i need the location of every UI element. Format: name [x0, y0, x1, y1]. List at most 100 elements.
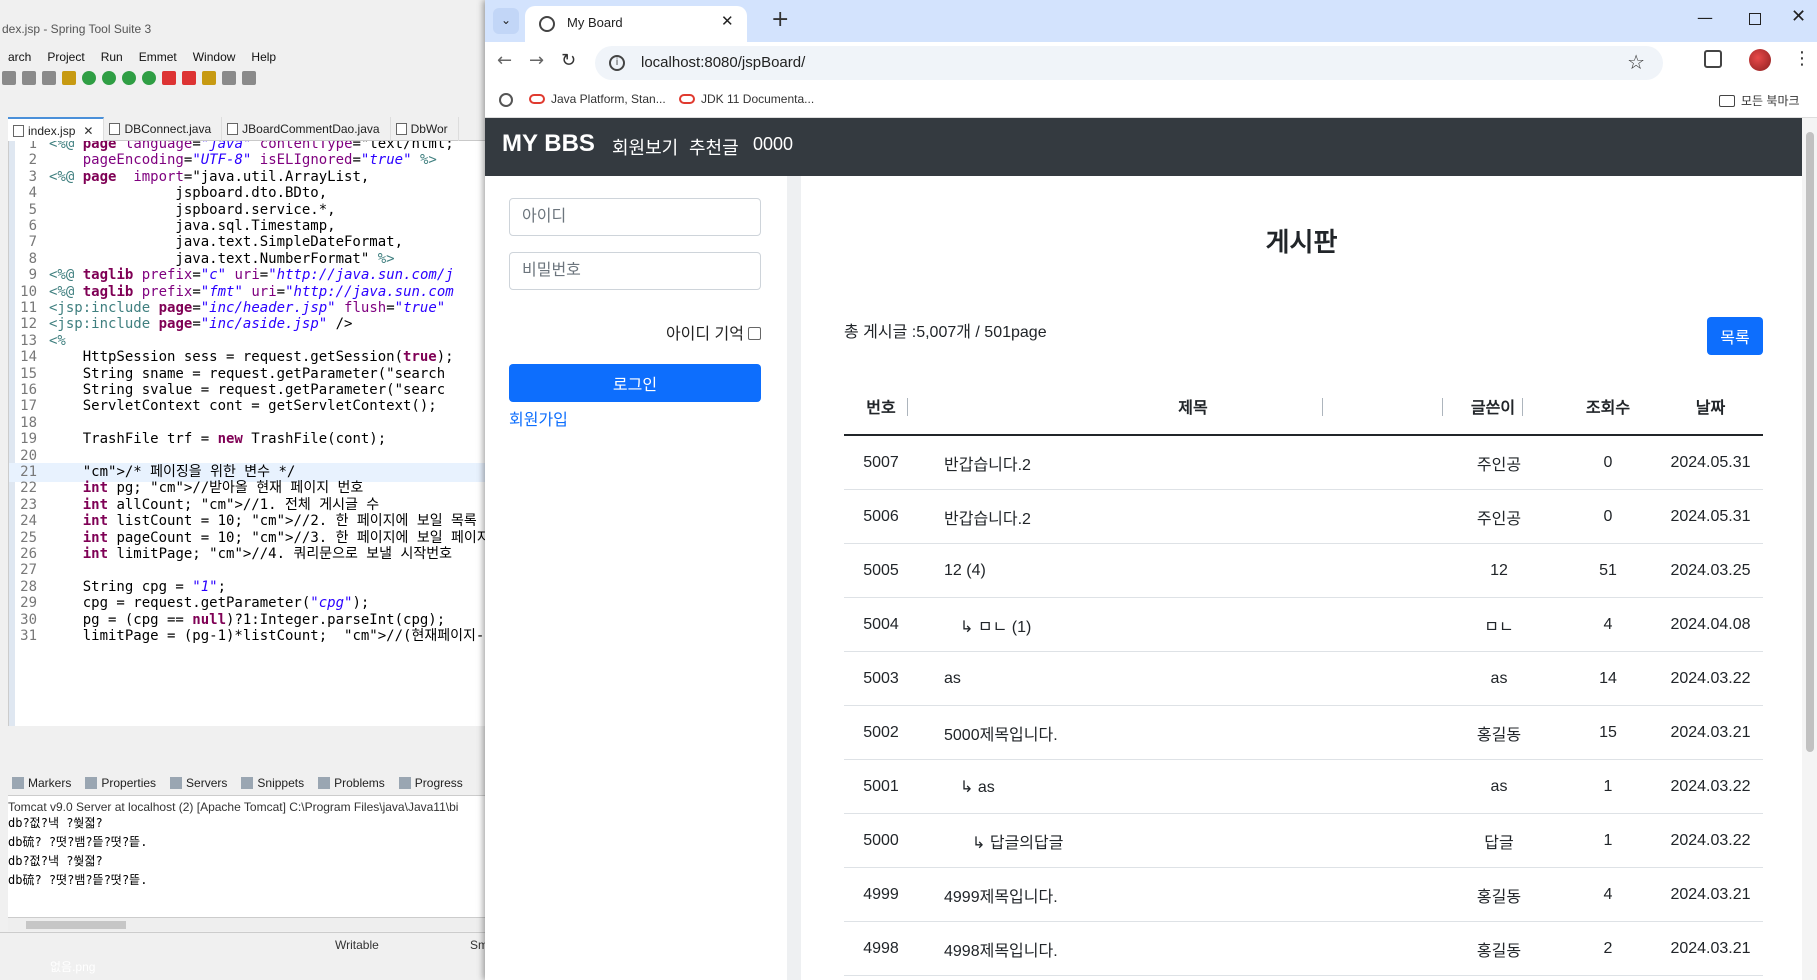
new-tab-button[interactable]: +: [771, 7, 789, 32]
post-title-link[interactable]: 4999제목입니다.: [944, 868, 1394, 921]
editor-tab-index-jsp[interactable]: index.jsp ✕: [8, 117, 105, 141]
tab-search-button[interactable]: ⌄: [493, 8, 519, 34]
view-tab-snippets[interactable]: Snippets: [241, 776, 304, 790]
bookmark-star-icon[interactable]: ☆: [1627, 50, 1645, 74]
nav-user[interactable]: 0000: [753, 134, 793, 155]
nav-recommended[interactable]: 추천글: [689, 134, 739, 160]
post-title-link[interactable]: 4998제목입니다.: [944, 922, 1394, 975]
search-icon[interactable]: [242, 71, 256, 85]
all-bookmarks-folder[interactable]: 모든 북마크: [1719, 92, 1800, 109]
bookmark-label: JDK 11 Documenta...: [701, 92, 815, 106]
table-row[interactable]: 5007 반갑습니다.2 주인공 0 2024.05.31: [844, 436, 1763, 490]
nav-members[interactable]: 회원보기: [612, 134, 678, 160]
post-views: 4: [1603, 885, 1613, 903]
close-icon[interactable]: ✕: [83, 124, 93, 138]
back-icon[interactable]: ←: [497, 50, 512, 71]
post-number: 5000: [863, 831, 899, 849]
site-info-icon[interactable]: i: [609, 55, 625, 71]
tool-icon[interactable]: [62, 71, 76, 85]
table-row[interactable]: 5006 반갑습니다.2 주인공 0 2024.05.31: [844, 490, 1763, 544]
signup-link[interactable]: 회원가입: [509, 406, 568, 430]
close-icon[interactable]: ✕: [721, 12, 734, 30]
ide-window: dex.jsp - Spring Tool Suite 3 arch Proje…: [0, 0, 500, 980]
table-row[interactable]: 4999 4999제목입니다. 홍길동 4 2024.03.21: [844, 868, 1763, 922]
table-body: 5007 반갑습니다.2 주인공 0 2024.05.31 5006 반갑습니다.2 주인공 0…: [844, 436, 1763, 976]
post-date: 2024.03.21: [1670, 885, 1751, 903]
url-text[interactable]: localhost:8080/jspBoard/: [641, 54, 805, 71]
stop-icon[interactable]: [162, 71, 176, 85]
table-row[interactable]: 5005 12 (4) 12 51 2024.03.25: [844, 544, 1763, 598]
tool-icon[interactable]: [42, 71, 56, 85]
post-title-link[interactable]: ↳ ㅁㄴ (1): [944, 598, 1394, 651]
table-row[interactable]: 5004 ↳ ㅁㄴ (1) ㅁㄴ 4 2024.04.08: [844, 598, 1763, 652]
post-title-link[interactable]: 반갑습니다.2: [944, 490, 1394, 543]
maximize-icon[interactable]: [1749, 13, 1761, 25]
menu-window[interactable]: Window: [185, 47, 244, 67]
view-tab-problems[interactable]: Problems: [318, 776, 385, 790]
scrollbar-thumb[interactable]: [1806, 132, 1814, 752]
editor-tab-dbconnect[interactable]: DBConnect.java: [104, 117, 223, 141]
menu-run[interactable]: Run: [93, 47, 131, 67]
view-tab-servers[interactable]: Servers: [170, 776, 227, 790]
address-bar[interactable]: i localhost:8080/jspBoard/ ☆: [595, 46, 1663, 80]
forward-icon[interactable]: →: [529, 50, 544, 71]
code-editor[interactable]: 1 <%@ page language="java" contentType="t…: [8, 141, 500, 726]
list-button[interactable]: 목록: [1707, 317, 1763, 355]
page-scrollbar[interactable]: [1802, 118, 1817, 980]
bookmark-java-platform[interactable]: Java Platform, Stan...: [529, 92, 666, 106]
password-input[interactable]: [509, 252, 761, 290]
table-row[interactable]: 5003 as as 14 2024.03.22: [844, 652, 1763, 706]
post-title-link[interactable]: 5000제목입니다.: [944, 706, 1394, 759]
table-row[interactable]: 4998 4998제목입니다. 홍길동 2 2024.03.21: [844, 922, 1763, 976]
remember-id-checkbox[interactable]: [748, 327, 761, 340]
bookmark-jdk11-docs[interactable]: JDK 11 Documenta...: [679, 92, 814, 106]
reload-icon[interactable]: ↻: [561, 50, 576, 71]
debug-icon[interactable]: [102, 71, 116, 85]
profile-avatar[interactable]: [1749, 49, 1771, 71]
extensions-icon[interactable]: [1704, 50, 1722, 68]
view-tab-properties[interactable]: Properties: [85, 776, 156, 790]
view-tab-markers[interactable]: Markers: [12, 776, 71, 790]
jsp-file-icon: [13, 125, 24, 137]
tab-label: DbWor: [410, 122, 448, 136]
editor-tab-jboardcommentdao[interactable]: JBoardCommentDao.java: [222, 117, 391, 141]
menu-emmet[interactable]: Emmet: [131, 47, 185, 67]
post-title-link[interactable]: ↳ 답글의답글: [944, 814, 1394, 867]
table-row[interactable]: 5001 ↳ as as 1 2024.03.22: [844, 760, 1763, 814]
line-number: 31: [20, 628, 37, 644]
refresh-icon[interactable]: [82, 71, 96, 85]
table-row[interactable]: 5002 5000제목입니다. 홍길동 15 2024.03.21: [844, 706, 1763, 760]
scrollbar-thumb[interactable]: [26, 921, 126, 929]
tool-icon[interactable]: [22, 71, 36, 85]
post-title-link[interactable]: as: [944, 652, 1394, 705]
tab-label: DBConnect.java: [124, 122, 212, 136]
run-icon[interactable]: [122, 71, 136, 85]
console-output[interactable]: Tomcat v9.0 Server at localhost (2) [Apa…: [8, 796, 500, 926]
new-icon[interactable]: [222, 71, 236, 85]
run-config-icon[interactable]: [142, 71, 156, 85]
menu-help[interactable]: Help: [243, 47, 284, 67]
tool-icon[interactable]: [2, 71, 16, 85]
console-scrollbar[interactable]: [8, 917, 500, 931]
menu-project[interactable]: Project: [39, 47, 92, 67]
more-menu-icon[interactable]: ⋮: [1793, 48, 1811, 69]
view-tab-progress[interactable]: Progress: [399, 776, 463, 790]
editor-tab-dbwor[interactable]: DbWor: [391, 117, 459, 141]
apps-icon[interactable]: [499, 93, 513, 107]
user-id-input[interactable]: [509, 198, 761, 236]
post-title-link[interactable]: 12 (4): [944, 544, 1394, 597]
external-tools-icon[interactable]: [182, 71, 196, 85]
close-window-icon[interactable]: ✕: [1791, 6, 1806, 27]
board-main: 게시판 총 게시글 :5,007개 / 501page 목록 번호 제목 글쓴이…: [801, 176, 1802, 980]
code-text: <%@ taglib prefix="fmt" uri="http://java…: [49, 283, 454, 300]
open-type-icon[interactable]: [202, 71, 216, 85]
minimize-icon[interactable]: —: [1697, 8, 1713, 27]
table-row[interactable]: 5000 ↳ 답글의답글 답글 1 2024.03.22: [844, 814, 1763, 868]
browser-tab[interactable]: My Board ✕: [525, 6, 747, 42]
login-button[interactable]: 로그인: [509, 364, 761, 402]
desktop-file-label[interactable]: 없음.png: [50, 958, 95, 975]
post-title-link[interactable]: ↳ as: [944, 760, 1394, 813]
site-brand[interactable]: MY BBS: [502, 130, 595, 158]
post-title-link[interactable]: 반갑습니다.2: [944, 436, 1394, 489]
menu-search[interactable]: arch: [0, 47, 39, 67]
